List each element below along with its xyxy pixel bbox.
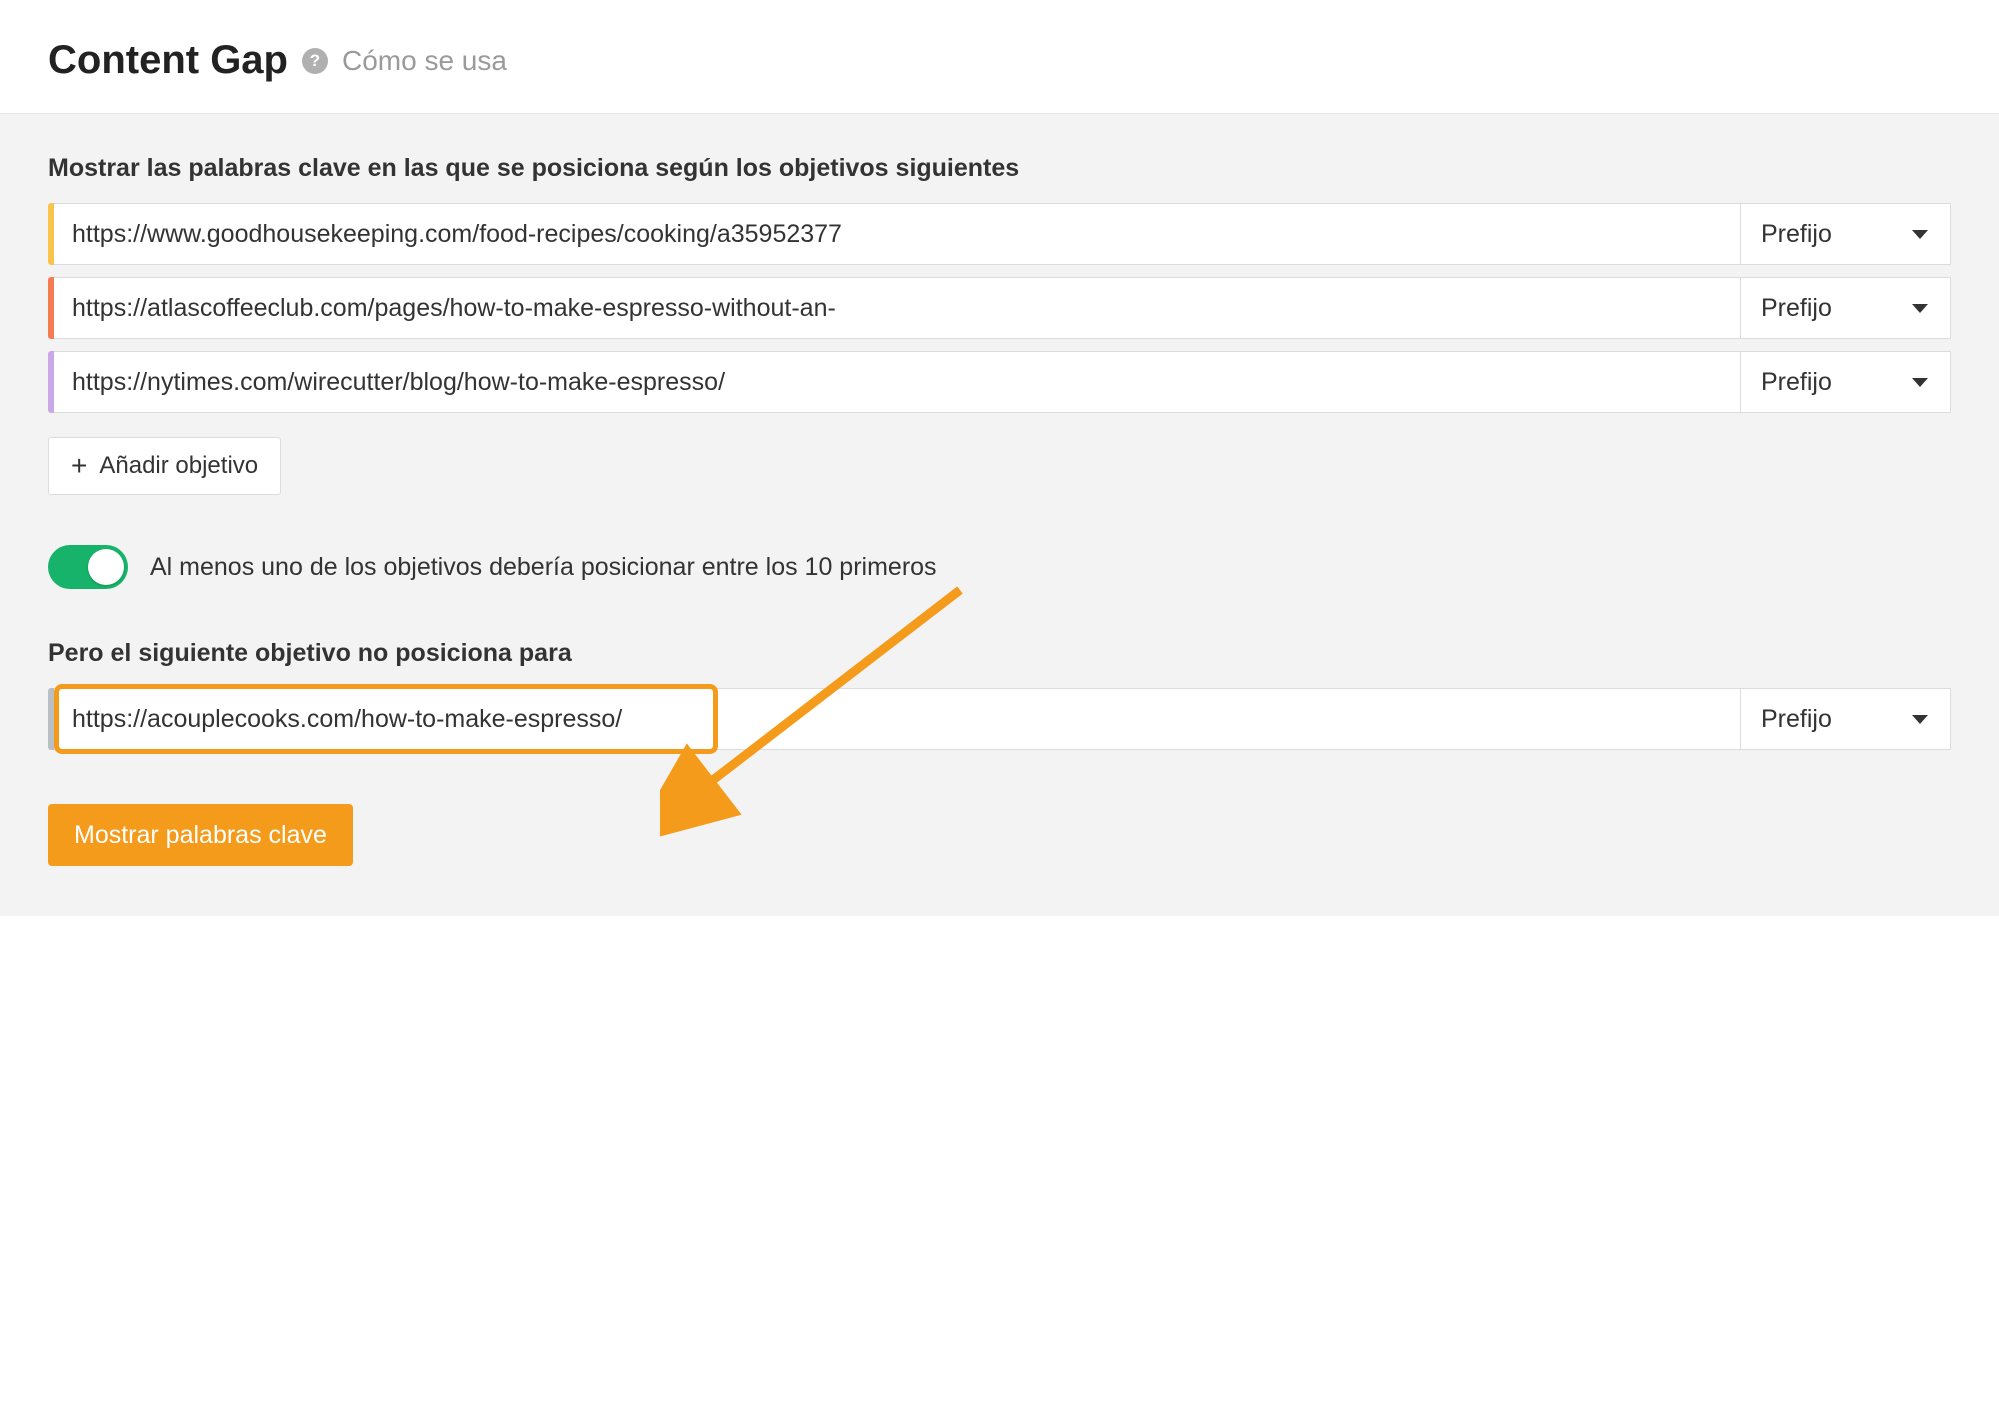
chevron-down-icon — [1912, 230, 1928, 239]
help-icon[interactable]: ? — [302, 48, 328, 74]
target-row: Prefijo — [48, 203, 1951, 265]
exclude-mode-select[interactable]: Prefijo — [1741, 688, 1951, 750]
toggle-row: Al menos uno de los objetivos debería po… — [48, 545, 1951, 589]
mode-select-label: Prefijo — [1761, 705, 1832, 734]
target-url-input[interactable] — [54, 351, 1741, 413]
page-header: Content Gap ? Cómo se usa — [0, 0, 1999, 113]
mode-select-label: Prefijo — [1761, 220, 1832, 249]
content-area: Mostrar las palabras clave en las que se… — [0, 113, 1999, 916]
target-url-input[interactable] — [54, 277, 1741, 339]
target-row: Prefijo — [48, 351, 1951, 413]
show-keywords-button[interactable]: Mostrar palabras clave — [48, 804, 353, 866]
help-text[interactable]: Cómo se usa — [342, 45, 507, 77]
mode-select-label: Prefijo — [1761, 294, 1832, 323]
target-mode-select[interactable]: Prefijo — [1741, 351, 1951, 413]
top10-toggle[interactable] — [48, 545, 128, 589]
target-url-input[interactable] — [54, 203, 1741, 265]
exclude-row: Prefijo — [48, 688, 1951, 750]
add-target-button[interactable]: + Añadir objetivo — [48, 437, 281, 495]
page-title: Content Gap — [48, 38, 288, 83]
toggle-knob — [88, 549, 124, 585]
target-mode-select[interactable]: Prefijo — [1741, 203, 1951, 265]
chevron-down-icon — [1912, 715, 1928, 724]
chevron-down-icon — [1912, 304, 1928, 313]
exclude-section-label: Pero el siguiente objetivo no posiciona … — [48, 639, 1951, 668]
target-row: Prefijo — [48, 277, 1951, 339]
mode-select-label: Prefijo — [1761, 368, 1832, 397]
exclude-url-input[interactable] — [54, 688, 1741, 750]
targets-section-label: Mostrar las palabras clave en las que se… — [48, 154, 1951, 183]
add-target-label: Añadir objetivo — [99, 452, 258, 480]
chevron-down-icon — [1912, 378, 1928, 387]
plus-icon: + — [71, 452, 87, 480]
target-mode-select[interactable]: Prefijo — [1741, 277, 1951, 339]
toggle-label: Al menos uno de los objetivos debería po… — [150, 553, 937, 582]
